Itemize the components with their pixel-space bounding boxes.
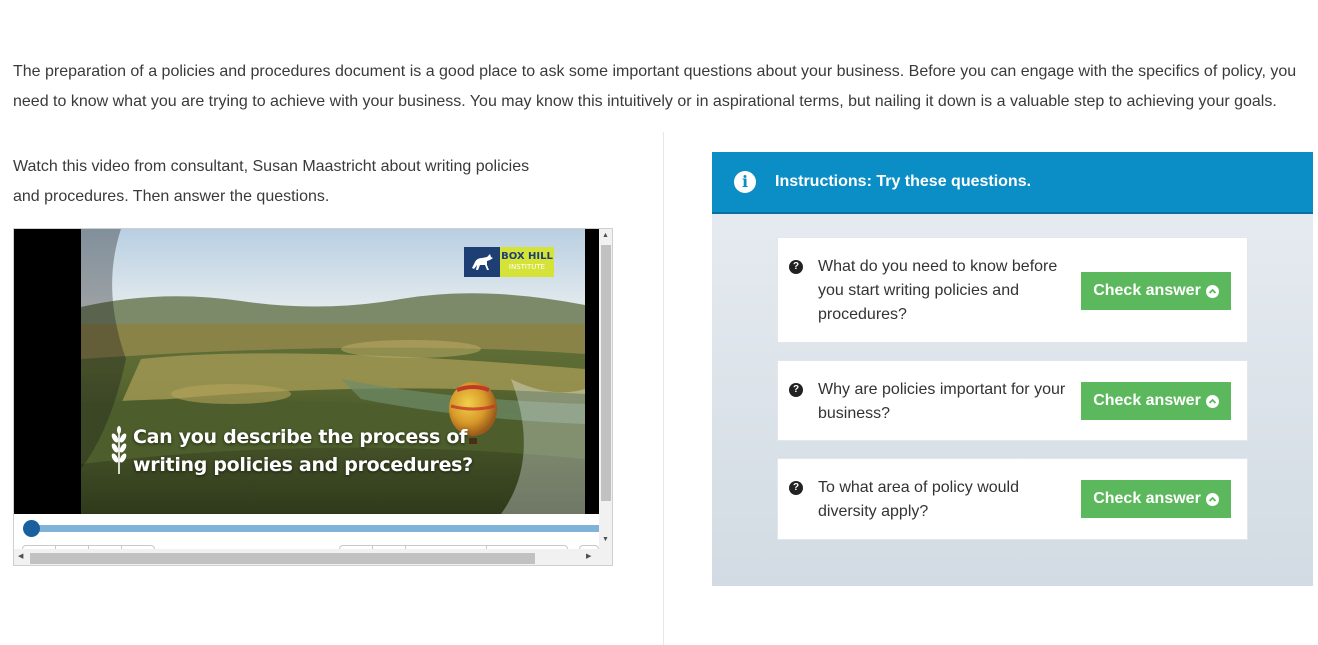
caption-line-2: writing policies and procedures? — [133, 454, 473, 476]
progress-scrubber[interactable] — [23, 520, 40, 537]
wheat-icon — [111, 426, 127, 474]
column-divider — [663, 132, 664, 645]
logo-line-1: BOX HILL — [501, 251, 553, 262]
check-answer-button-3[interactable]: Check answer — [1081, 480, 1231, 518]
caption-line-1: Can you describe the process of — [133, 426, 468, 448]
logo-line-2: INSTITUTE — [508, 263, 546, 271]
question-circle-icon: ? — [789, 383, 803, 397]
chevron-up-icon — [1205, 394, 1219, 408]
question-circle-icon: ? — [789, 260, 803, 274]
scroll-up-arrow-icon[interactable]: ▲ — [602, 232, 609, 239]
question-card-2: ? Why are policies important for your bu… — [777, 360, 1248, 441]
horizontal-scroll-thumb[interactable] — [30, 553, 535, 564]
intro-paragraph: The preparation of a policies and proced… — [13, 63, 1297, 110]
video-frame-image: BOX HILL INSTITUTE Can you describe the … — [81, 229, 585, 514]
check-answer-button-2[interactable]: Check answer — [1081, 382, 1231, 420]
instructions-panel: i Instructions: Try these questions. ? W… — [712, 152, 1313, 586]
question-text: To what area of policy would diversity a… — [818, 479, 1019, 520]
panel-header: i Instructions: Try these questions. — [712, 152, 1313, 214]
check-answer-label: Check answer — [1093, 282, 1201, 299]
box-hill-logo: BOX HILL INSTITUTE — [464, 247, 554, 277]
scroll-right-arrow-icon[interactable]: ▶ — [586, 552, 591, 560]
chevron-up-icon — [1205, 492, 1219, 506]
vertical-scroll-thumb[interactable] — [601, 245, 611, 501]
video-controls — [14, 514, 599, 556]
check-answer-label: Check answer — [1093, 392, 1201, 409]
check-answer-button-1[interactable]: Check answer — [1081, 272, 1231, 310]
question-text: What do you need to know before you star… — [818, 258, 1058, 323]
info-circle-icon: i — [734, 171, 756, 193]
scroll-left-arrow-icon[interactable]: ◀ — [18, 552, 23, 560]
horse-icon — [464, 247, 500, 277]
question-circle-icon: ? — [789, 481, 803, 495]
video-player[interactable]: BOX HILL INSTITUTE Can you describe the … — [13, 228, 613, 566]
question-card-1: ? What do you need to know before you st… — [777, 237, 1248, 343]
chevron-up-icon — [1205, 284, 1219, 298]
vertical-scrollbar[interactable]: ▲ ▼ — [599, 229, 612, 549]
video-instructions: Watch this video from consultant, Susan … — [13, 158, 530, 205]
horizontal-scrollbar[interactable]: ◀ ▶ — [14, 549, 612, 565]
video-caption: Can you describe the process of writing … — [109, 423, 473, 479]
scroll-down-arrow-icon[interactable]: ▼ — [602, 536, 609, 543]
logo-wordmark: BOX HILL INSTITUTE — [500, 247, 554, 277]
panel-title: Instructions: Try these questions. — [775, 173, 1032, 190]
question-card-3: ? To what area of policy would diversity… — [777, 458, 1248, 540]
progress-bar[interactable] — [24, 525, 599, 532]
question-text: Why are policies important for your busi… — [818, 381, 1066, 422]
check-answer-label: Check answer — [1093, 490, 1201, 507]
